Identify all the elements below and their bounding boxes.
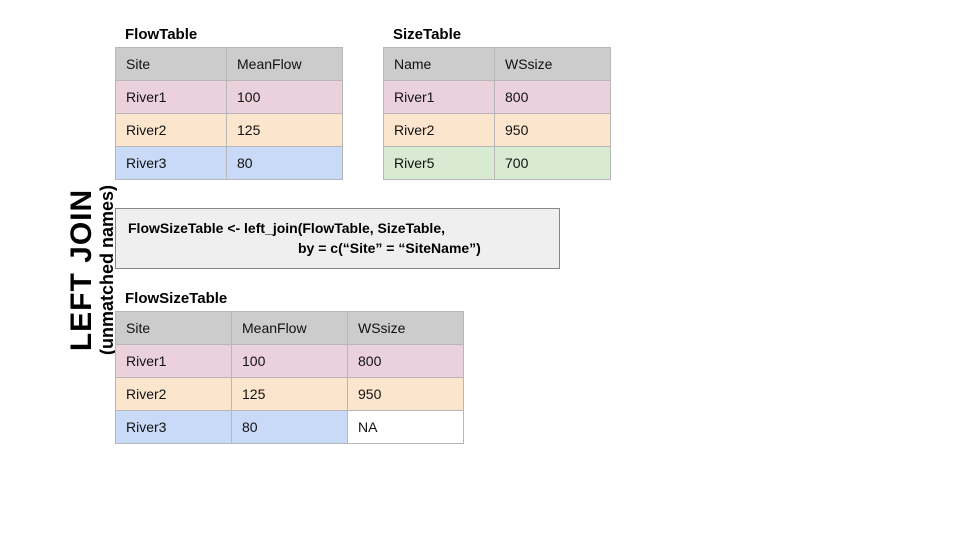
cell: 950: [348, 378, 464, 411]
table-row: River1 100 800: [116, 345, 464, 378]
size-table: Name WSsize River1 800 River2 950 River5…: [383, 47, 611, 180]
code-line: by = c(“Site” = “SiteName”): [298, 240, 481, 256]
table-row: River1 100: [116, 81, 343, 114]
side-label-title: LEFT JOIN: [67, 185, 97, 355]
table-row: River5 700: [384, 147, 611, 180]
cell: River1: [384, 81, 495, 114]
cell: River1: [116, 345, 232, 378]
cell: River3: [116, 147, 227, 180]
cell: River1: [116, 81, 227, 114]
cell: 80: [232, 411, 348, 444]
cell: 125: [227, 114, 343, 147]
table-row: River2 125: [116, 114, 343, 147]
result-table-block: FlowSizeTable Site MeanFlow WSsize River…: [115, 290, 464, 444]
code-box: FlowSizeTable <- left_join(FlowTable, Si…: [115, 208, 560, 269]
col-header: MeanFlow: [227, 48, 343, 81]
table-header-row: Name WSsize: [384, 48, 611, 81]
cell: 100: [227, 81, 343, 114]
result-table: Site MeanFlow WSsize River1 100 800 Rive…: [115, 311, 464, 444]
cell: River5: [384, 147, 495, 180]
table-row: River2 125 950: [116, 378, 464, 411]
flow-table: Site MeanFlow River1 100 River2 125 Rive…: [115, 47, 343, 180]
col-header: MeanFlow: [232, 312, 348, 345]
cell: River3: [116, 411, 232, 444]
side-label: LEFT JOIN (unmatched names): [67, 185, 119, 355]
size-table-title: SizeTable: [393, 26, 611, 43]
table-row: River2 950: [384, 114, 611, 147]
table-row: River3 80 NA: [116, 411, 464, 444]
col-header: Name: [384, 48, 495, 81]
cell: River2: [116, 114, 227, 147]
col-header: Site: [116, 312, 232, 345]
cell: 800: [495, 81, 611, 114]
table-row: River1 800: [384, 81, 611, 114]
result-table-title: FlowSizeTable: [125, 290, 464, 307]
cell: 125: [232, 378, 348, 411]
table-header-row: Site MeanFlow WSsize: [116, 312, 464, 345]
cell: 800: [348, 345, 464, 378]
code-line: FlowSizeTable <- left_join(FlowTable, Si…: [128, 220, 445, 236]
cell: 100: [232, 345, 348, 378]
col-header: WSsize: [348, 312, 464, 345]
size-table-block: SizeTable Name WSsize River1 800 River2 …: [383, 26, 611, 180]
cell: 950: [495, 114, 611, 147]
cell: River2: [384, 114, 495, 147]
cell: 700: [495, 147, 611, 180]
flow-table-block: FlowTable Site MeanFlow River1 100 River…: [115, 26, 343, 180]
col-header: WSsize: [495, 48, 611, 81]
cell: River2: [116, 378, 232, 411]
table-header-row: Site MeanFlow: [116, 48, 343, 81]
table-row: River3 80: [116, 147, 343, 180]
cell: 80: [227, 147, 343, 180]
flow-table-title: FlowTable: [125, 26, 343, 43]
col-header: Site: [116, 48, 227, 81]
cell: NA: [348, 411, 464, 444]
